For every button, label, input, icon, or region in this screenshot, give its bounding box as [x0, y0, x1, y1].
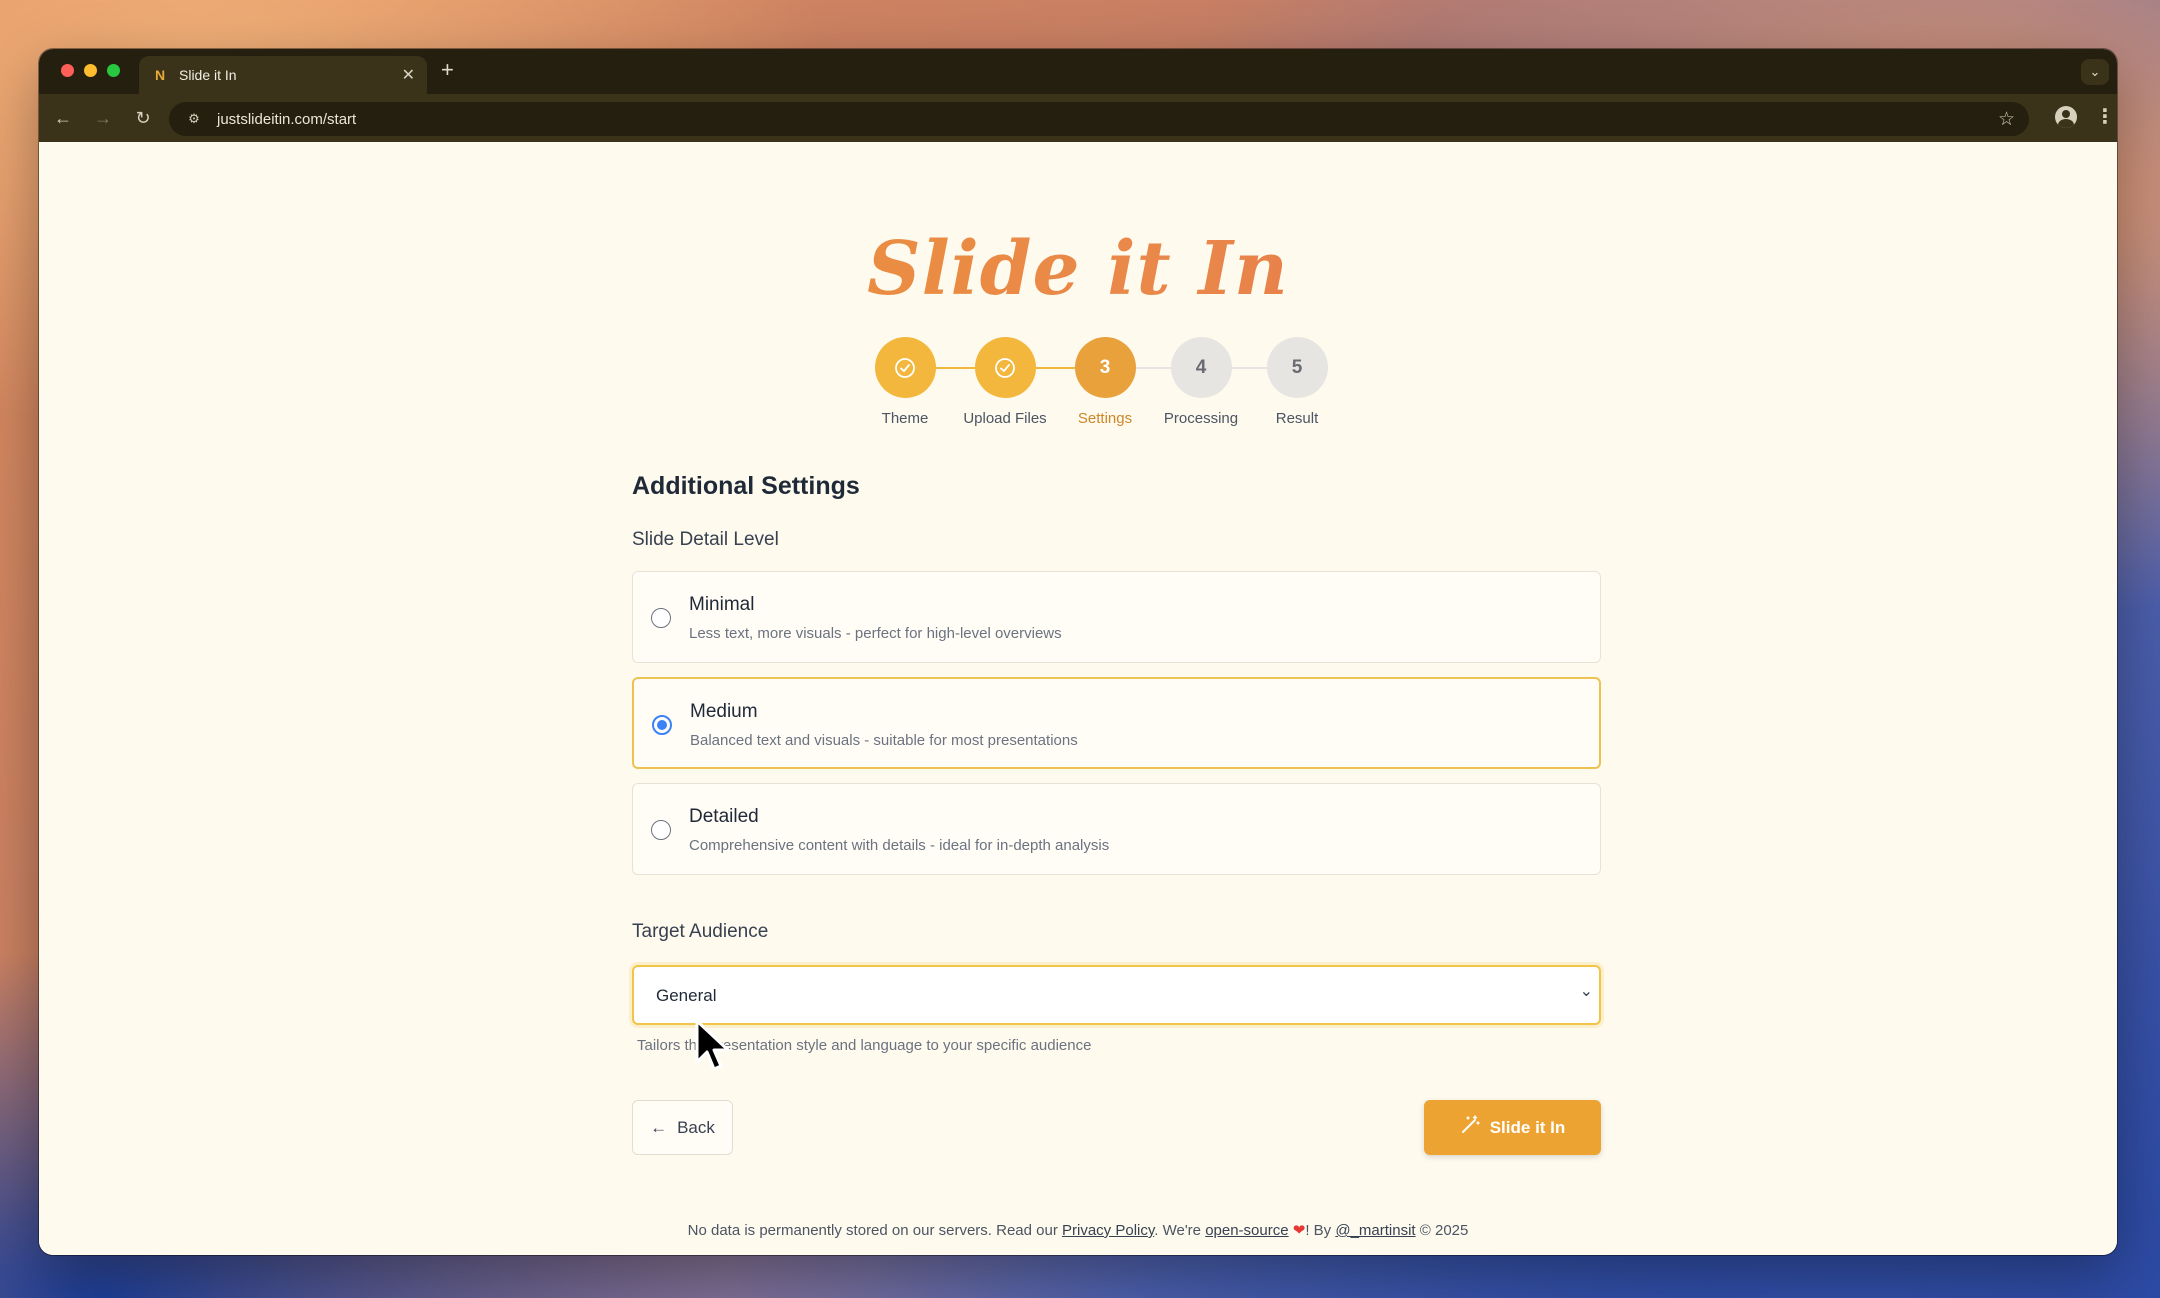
settings-form: Additional Settings Slide Detail Level M… [632, 142, 1601, 1156]
bookmark-star-icon[interactable]: ☆ [1998, 108, 2015, 131]
tab-title: Slide it In [179, 67, 237, 83]
option-detailed[interactable]: Detailed Comprehensive content with deta… [632, 783, 1601, 875]
back-button[interactable]: ← Back [632, 1100, 733, 1155]
select-value: General [656, 986, 717, 1005]
reload-icon[interactable]: ↻ [123, 108, 163, 129]
author-link[interactable]: @_martinsit [1335, 1222, 1415, 1239]
profile-icon[interactable] [2055, 105, 2077, 128]
browser-toolbar: ← → ↻ ⚙ justslideitin.com/start ☆ ⋮ [39, 94, 2117, 142]
option-title: Medium [690, 701, 758, 722]
new-tab-icon[interactable]: + [441, 59, 454, 81]
radio-medium[interactable] [652, 715, 672, 735]
site-settings-icon[interactable]: ⚙ [183, 108, 205, 130]
menu-kebab-icon[interactable]: ⋮ [2095, 104, 2115, 129]
browser-titlebar: N Slide it In ✕ + ⌄ [39, 49, 2117, 94]
page-content: Slide it In Theme Upload Files 3 Setting [39, 142, 2117, 1255]
tab-search-icon[interactable]: ⌄ [2081, 59, 2109, 85]
heart-icon: ❤ [1292, 1222, 1306, 1239]
chevron-down-icon: ⌄ [1579, 983, 1593, 1000]
arrow-left-icon: ← [650, 1117, 668, 1137]
forward-arrow-icon[interactable]: → [83, 108, 123, 129]
page-title: Additional Settings [632, 472, 860, 500]
footer-text: . We're [1154, 1222, 1206, 1239]
browser-window: N Slide it In ✕ + ⌄ ← → ↻ ⚙ justslideiti… [39, 49, 2117, 1255]
window-controls [61, 64, 120, 77]
target-audience-select[interactable]: General ⌄ [632, 965, 1601, 1025]
primary-button-label: Slide it In [1489, 1117, 1566, 1137]
favicon-icon: N [154, 67, 166, 83]
option-medium[interactable]: Medium Balanced text and visuals - suita… [632, 677, 1601, 769]
mouse-cursor-icon [695, 1019, 730, 1071]
privacy-policy-link[interactable]: Privacy Policy [1062, 1222, 1154, 1239]
browser-tab[interactable]: N Slide it In ✕ [139, 56, 427, 94]
footer-text: © 2025 [1415, 1222, 1469, 1239]
option-title: Minimal [689, 594, 755, 615]
toolbar-right: ⋮ [2055, 104, 2115, 129]
radio-detailed[interactable] [651, 820, 671, 840]
maximize-window-button[interactable] [107, 64, 120, 77]
detail-level-label: Slide Detail Level [632, 529, 779, 550]
target-audience-label: Target Audience [632, 921, 769, 942]
form-actions: ← Back Slide it In [632, 1100, 1601, 1156]
slide-it-in-button[interactable]: Slide it In [1424, 1100, 1601, 1155]
close-tab-icon[interactable]: ✕ [402, 65, 415, 85]
option-description: Less text, more visuals - perfect for hi… [689, 625, 1062, 642]
option-minimal[interactable]: Minimal Less text, more visuals - perfec… [632, 571, 1601, 663]
back-button-label: Back [677, 1117, 715, 1137]
footer: No data is permanently stored on our ser… [39, 1221, 2117, 1239]
option-title: Detailed [689, 806, 759, 827]
footer-text: ! By [1305, 1222, 1336, 1239]
magic-wand-icon [1460, 1115, 1480, 1140]
address-bar[interactable]: ⚙ justslideitin.com/start ☆ [169, 102, 2029, 136]
audience-hint: Tailors the presentation style and langu… [637, 1037, 1092, 1054]
minimize-window-button[interactable] [84, 64, 97, 77]
close-window-button[interactable] [61, 64, 74, 77]
detail-level-options: Minimal Less text, more visuals - perfec… [632, 571, 1601, 875]
footer-text: No data is permanently stored on our ser… [687, 1222, 1062, 1239]
option-description: Comprehensive content with details - ide… [689, 837, 1110, 854]
radio-minimal[interactable] [651, 608, 671, 628]
url-text: justslideitin.com/start [217, 110, 357, 128]
back-arrow-icon[interactable]: ← [43, 108, 83, 129]
open-source-link[interactable]: open-source [1205, 1222, 1288, 1239]
option-description: Balanced text and visuals - suitable for… [690, 732, 1078, 749]
